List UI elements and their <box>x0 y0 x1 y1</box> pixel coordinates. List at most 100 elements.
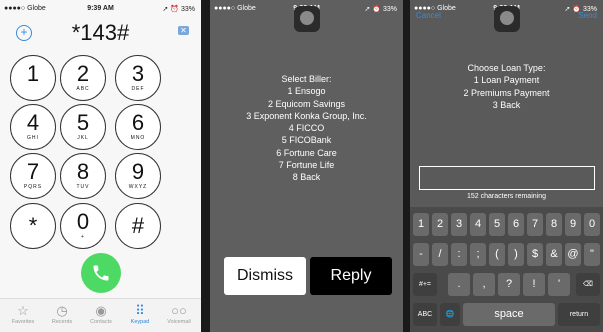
tab-voicemail[interactable]: ○○ Voicemail <box>161 302 197 325</box>
return-key[interactable]: return <box>558 303 600 326</box>
keypad-icon: ⠿ <box>135 303 145 318</box>
key-symbol[interactable]: & <box>546 243 562 266</box>
delete-key[interactable]: ⌫ <box>576 273 600 296</box>
voicemail-icon: ○○ <box>171 303 187 318</box>
keypad-key-4[interactable]: 4 GHI <box>10 104 56 150</box>
key-9[interactable]: 9 <box>565 213 581 236</box>
keypad-key-*[interactable]: * <box>10 203 56 249</box>
key-8[interactable]: 8 <box>546 213 562 236</box>
key-1[interactable]: 1 <box>413 213 429 236</box>
key-7[interactable]: 7 <box>527 213 543 236</box>
divider <box>201 0 210 332</box>
key-symbol[interactable]: ; <box>470 243 486 266</box>
key-symbol[interactable]: - <box>413 243 429 266</box>
key-5[interactable]: 5 <box>489 213 505 236</box>
status-bar: ●●●●○ Globe 9:39 AM ➚ ⏰ 33% <box>0 0 201 18</box>
menu-option: 1 Loan Payment <box>473 75 540 86</box>
ussd-avatar <box>293 6 320 32</box>
tab-bar: ☆ Favorites ◷ Recents ◉ Contacts ⠿ Keypad ○○ Voic… <box>0 298 201 332</box>
key-punct[interactable]: ? <box>498 273 520 296</box>
globe-icon[interactable]: 🌐 <box>440 303 460 326</box>
menu-option: 5 FICOBank <box>281 135 332 146</box>
phone-icon <box>93 265 109 281</box>
dial-header: + *143# ✕ <box>0 18 201 48</box>
ussd-message: Select Biller: 1 Ensogo 2 Equicom Savings 3… <box>210 73 403 184</box>
reply-input[interactable] <box>419 166 595 190</box>
ussd-biller-screen: ●●●●○ Globe 9:39 AM ➚ ⏰ 33% Select Bille… <box>210 0 403 332</box>
key-letters: MNO <box>130 135 146 141</box>
keypad-key-7[interactable]: 7 PQRS <box>10 153 56 199</box>
key-punct[interactable]: , <box>473 273 495 296</box>
characters-remaining: 152 characters remaining <box>467 193 546 200</box>
keypad-key-6[interactable]: 6 MNO <box>115 104 161 150</box>
key-symbol[interactable]: : <box>451 243 467 266</box>
send-button[interactable]: Send <box>578 11 597 20</box>
tab-favorites[interactable]: ☆ Favorites <box>5 302 41 325</box>
star-icon: ☆ <box>17 303 29 318</box>
key-digit: 1 <box>26 61 40 86</box>
keypad-key-3[interactable]: 3 DEF <box>115 55 161 101</box>
backspace-icon[interactable]: ✕ <box>178 26 189 35</box>
key-digit: 7 <box>26 159 40 184</box>
key-letters: ABC <box>76 86 90 92</box>
key-digit: * <box>28 213 38 238</box>
key-symbol[interactable]: ( <box>489 243 505 266</box>
key-digit: # <box>131 213 145 238</box>
key-2[interactable]: 2 <box>432 213 448 236</box>
tab-contacts[interactable]: ◉ Contacts <box>83 302 119 325</box>
key-symbol[interactable]: ) <box>508 243 524 266</box>
keypad-key-0[interactable]: 0 + <box>60 203 106 249</box>
key-punct[interactable]: ' <box>548 273 570 296</box>
call-button[interactable] <box>81 253 121 293</box>
key-digit: 6 <box>131 110 145 135</box>
key-digit: 4 <box>26 110 40 135</box>
abc-key[interactable]: ABC <box>413 303 437 326</box>
menu-option: 3 Exponent Konka Group, Inc. <box>246 110 367 121</box>
menu-option: 2 Equicom Savings <box>267 98 346 109</box>
key-letters: WXYZ <box>128 184 148 190</box>
key-symbol[interactable]: $ <box>527 243 543 266</box>
key-digit: 0 <box>76 209 90 234</box>
key-symbol[interactable]: " <box>584 243 600 266</box>
menu-option: 2 Premiums Payment <box>463 87 550 98</box>
menu-option: 4 FICCO <box>288 123 325 134</box>
space-key[interactable]: space <box>463 303 555 326</box>
keypad-key-#[interactable]: # <box>115 203 161 249</box>
dismiss-button[interactable]: Dismiss <box>224 257 306 295</box>
dialer-screen: ●●●●○ Globe 9:39 AM ➚ ⏰ 33% + *143# ✕ 12… <box>0 0 201 332</box>
key-0[interactable]: 0 <box>584 213 600 236</box>
menu-option: 8 Back <box>292 172 321 183</box>
ussd-message: Choose Loan Type: 1 Loan Payment 2 Premium… <box>410 62 603 111</box>
tab-label: Favorites <box>11 319 35 325</box>
keypad-key-2[interactable]: 2 ABC <box>60 55 106 101</box>
keypad-key-8[interactable]: 8 TUV <box>60 153 106 199</box>
key-6[interactable]: 6 <box>508 213 524 236</box>
key-letters: + <box>81 234 85 240</box>
key-3[interactable]: 3 <box>451 213 467 236</box>
clock-icon: ◷ <box>56 303 68 318</box>
keyboard: 1 2 3 4 5 6 7 8 9 0 - /:;() $ & @ " #+=.,?! ' ⌫ ABC 🌐 space re… <box>410 207 603 332</box>
key-letters: DEF <box>131 86 145 92</box>
menu-option: 7 Fortune Life <box>278 160 335 171</box>
key-punct[interactable]: ! <box>523 273 545 296</box>
person-icon: ◉ <box>95 303 107 318</box>
tab-label: Voicemail <box>167 319 191 325</box>
key-punct[interactable]: . <box>448 273 470 296</box>
key-symbol[interactable]: @ <box>565 243 581 266</box>
key-digit: 8 <box>76 159 90 184</box>
key-letters: JKL <box>77 135 89 141</box>
key-4[interactable]: 4 <box>470 213 486 236</box>
reply-button[interactable]: Reply <box>310 257 392 295</box>
tab-recents[interactable]: ◷ Recents <box>44 302 80 325</box>
tab-keypad[interactable]: ⠿ Keypad <box>122 302 158 325</box>
keypad-key-5[interactable]: 5 JKL <box>60 104 106 150</box>
menu-option: 3 Back <box>492 99 521 110</box>
ussd-avatar <box>493 6 520 32</box>
symbols-toggle-key[interactable]: #+= <box>413 273 437 296</box>
key-symbol[interactable]: / <box>432 243 448 266</box>
dialed-number: *143# <box>71 20 130 45</box>
keypad-key-1[interactable]: 1 <box>10 55 56 101</box>
tab-label: Keypad <box>130 319 150 325</box>
menu-prompt: Choose Loan Type: <box>467 63 546 73</box>
keypad-key-9[interactable]: 9 WXYZ <box>115 153 161 199</box>
